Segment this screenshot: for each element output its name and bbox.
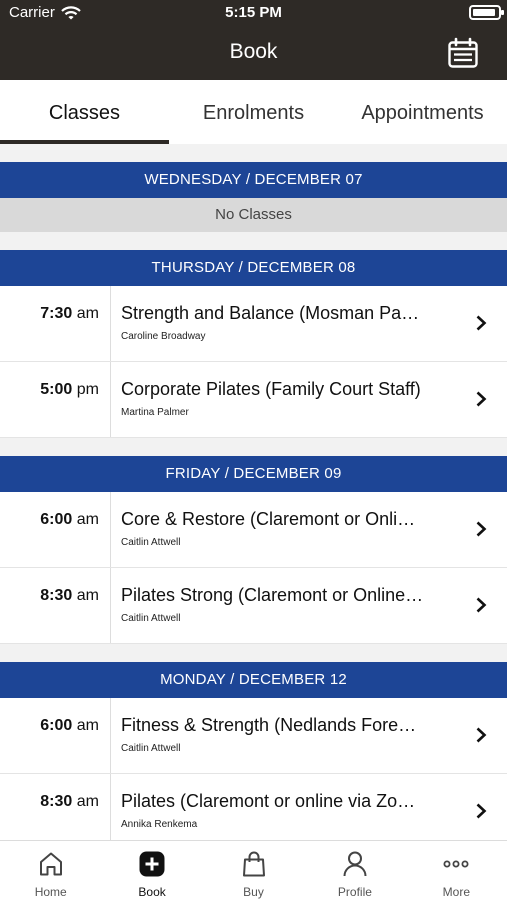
class-instructor: Annika Renkema: [121, 819, 198, 830]
chevron-right-icon: [476, 597, 487, 613]
class-title: Fitness & Strength (Nedlands Fore…: [121, 715, 417, 735]
top-bar: Carrier 5:15 PM Book: [0, 0, 507, 80]
tab-appointments[interactable]: Appointments: [338, 80, 507, 144]
class-title: Pilates Strong (Claremont or Online…: [121, 585, 424, 605]
class-row[interactable]: 7:30 am Strength and Balance (Mosman Pa……: [0, 286, 507, 362]
nav-home[interactable]: Home: [0, 841, 101, 900]
chevron-right-icon: [476, 391, 487, 407]
nav-buy[interactable]: Buy: [203, 841, 304, 900]
class-time: 6:00 am: [40, 717, 99, 734]
class-row[interactable]: 8:30 am Pilates (Claremont or online via…: [0, 774, 507, 850]
class-row[interactable]: 5:00 pm Corporate Pilates (Family Court …: [0, 362, 507, 438]
nav-profile[interactable]: Profile: [304, 841, 405, 900]
class-time: 6:00 am: [40, 511, 99, 528]
nav-book[interactable]: Book: [101, 841, 202, 900]
status-bar: Carrier 5:15 PM: [0, 0, 507, 26]
class-title: Pilates (Claremont or online via Zo…: [121, 791, 416, 811]
battery-icon: [469, 5, 504, 20]
class-instructor: Caitlin Attwell: [121, 537, 181, 548]
class-instructor: Caitlin Attwell: [121, 743, 181, 754]
booking-tabs: Classes Enrolments Appointments: [0, 80, 507, 144]
nav-buy-label: Buy: [243, 885, 264, 899]
home-icon: [39, 852, 62, 876]
chevron-right-icon: [476, 727, 487, 743]
class-row[interactable]: 8:30 am Pilates Strong (Claremont or Onl…: [0, 568, 507, 644]
nav-more[interactable]: More: [406, 841, 507, 900]
status-time: 5:15 PM: [225, 4, 282, 21]
day-header-wednesday: WEDNESDAY / DECEMBER 07: [0, 162, 507, 198]
day-header-monday: MONDAY / DECEMBER 12: [0, 662, 507, 698]
person-icon: [343, 851, 367, 877]
class-instructor: Caroline Broadway: [121, 331, 206, 342]
shopping-bag-icon: [242, 851, 265, 877]
nav-profile-label: Profile: [337, 885, 372, 899]
class-title: Strength and Balance (Mosman Pa…: [121, 303, 420, 323]
nav-home-label: Home: [34, 885, 67, 899]
tab-classes[interactable]: Classes: [0, 80, 169, 144]
bottom-tab-bar: Home Book Buy Profile More: [0, 840, 507, 900]
class-time: 5:00 pm: [40, 381, 99, 398]
class-time: 8:30 am: [40, 793, 99, 810]
tab-enrolments[interactable]: Enrolments: [169, 80, 338, 144]
class-time: 7:30 am: [40, 305, 99, 322]
class-row[interactable]: 6:00 am Core & Restore (Claremont or Onl…: [0, 492, 507, 568]
class-title: Core & Restore (Claremont or Onli…: [121, 509, 416, 529]
nav-more-label: More: [442, 885, 470, 899]
more-icon: [443, 860, 469, 868]
nav-book-label: Book: [138, 885, 166, 899]
class-title: Corporate Pilates (Family Court Staff): [121, 379, 421, 399]
chevron-right-icon: [476, 803, 487, 819]
day-header-friday: FRIDAY / DECEMBER 09: [0, 456, 507, 492]
class-time: 8:30 am: [40, 587, 99, 604]
chevron-right-icon: [476, 315, 487, 331]
add-icon: [139, 851, 165, 877]
app-screen: Carrier 5:15 PM Book Classes Enrolments …: [0, 0, 507, 900]
chevron-right-icon: [476, 521, 487, 537]
page-title: Book: [229, 40, 278, 63]
class-schedule: WEDNESDAY / DECEMBER 07 No Classes THURS…: [0, 162, 507, 850]
class-instructor: Caitlin Attwell: [121, 613, 181, 624]
class-instructor: Martina Palmer: [121, 407, 189, 418]
class-row[interactable]: 6:00 am Fitness & Strength (Nedlands For…: [0, 698, 507, 774]
no-classes-notice: No Classes: [0, 198, 507, 232]
day-header-thursday: THURSDAY / DECEMBER 08: [0, 250, 507, 286]
calendar-icon[interactable]: [447, 37, 479, 69]
